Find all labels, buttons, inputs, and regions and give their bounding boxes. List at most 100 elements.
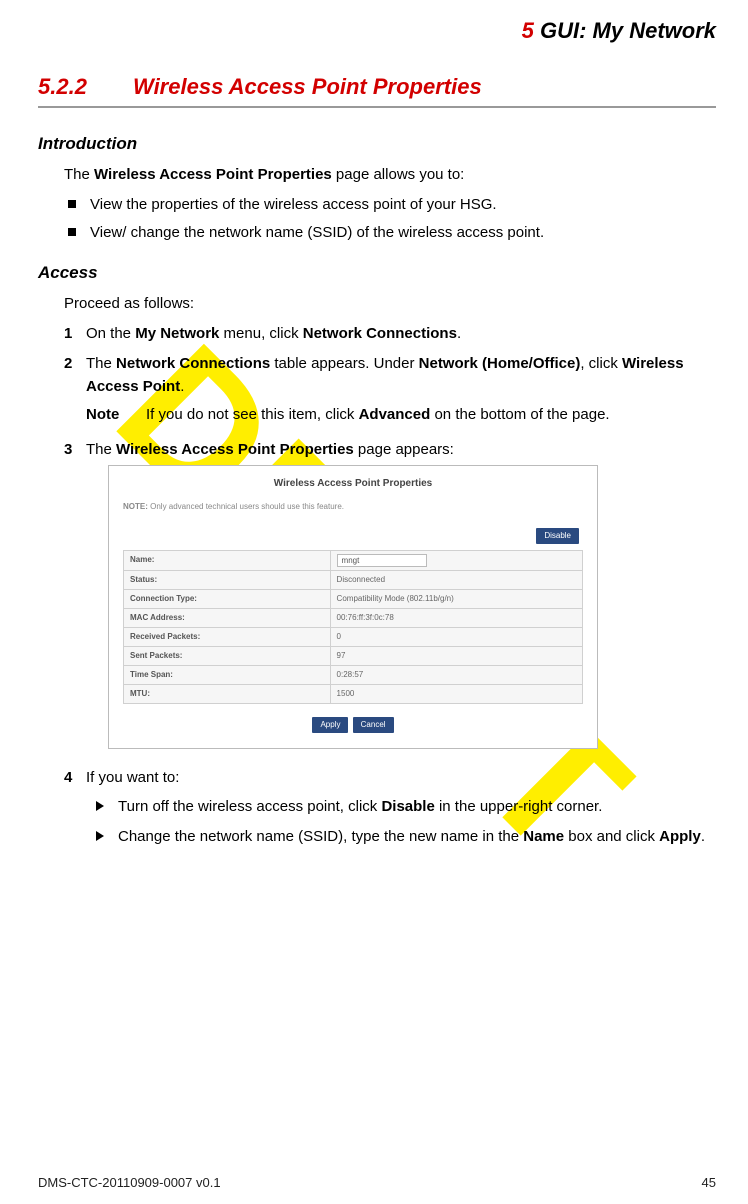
table-row: Name: xyxy=(124,550,583,570)
text-bold: Network Connections xyxy=(303,325,457,342)
square-bullet-icon xyxy=(68,228,76,236)
section-heading: 5.2.2 Wireless Access Point Properties xyxy=(38,74,716,108)
cell-label: Connection Type: xyxy=(124,589,331,608)
page-footer: DMS-CTC-20110909-0007 v0.1 45 xyxy=(38,1175,716,1190)
panel-title: Wireless Access Point Properties xyxy=(123,476,583,491)
table-row: Connection Type: Compatibility Mode (802… xyxy=(124,589,583,608)
text-bold: Wireless Access Point Properties xyxy=(116,441,354,458)
cell-value: 00:76:ff:3f:0c:78 xyxy=(330,608,582,627)
step-2: 2 The Network Connections table appears.… xyxy=(64,353,716,431)
text-bold: My Network xyxy=(135,325,219,342)
step-number: 4 xyxy=(64,767,86,790)
disable-button[interactable]: Disable xyxy=(536,528,579,544)
intro-lead: The Wireless Access Point Properties pag… xyxy=(64,164,716,186)
text: The xyxy=(86,355,116,372)
chapter-title: GUI: My Network xyxy=(540,18,716,43)
doc-id: DMS-CTC-20110909-0007 v0.1 xyxy=(38,1175,221,1190)
section-title: Wireless Access Point Properties xyxy=(133,74,482,100)
sub-text: Turn off the wireless access point, clic… xyxy=(118,796,602,819)
text: Only advanced technical users should use… xyxy=(148,502,344,511)
intro-heading: Introduction xyxy=(38,134,716,154)
table-row: Sent Packets: 97 xyxy=(124,646,583,665)
note-text: If you do not see this item, click Advan… xyxy=(146,404,610,427)
text: box and click xyxy=(564,828,659,845)
list-item: Change the network name (SSID), type the… xyxy=(96,826,716,849)
properties-table: Name: Status: Disconnected Connection T xyxy=(123,550,583,704)
table-row: Status: Disconnected xyxy=(124,570,583,589)
text: table appears. Under xyxy=(270,355,418,372)
step-body: The Wireless Access Point Properties pag… xyxy=(86,439,716,760)
list-item: View the properties of the wireless acce… xyxy=(68,194,716,217)
text: . xyxy=(180,378,184,395)
text-bold: Advanced xyxy=(359,406,431,423)
table-row: MAC Address: 00:76:ff:3f:0c:78 xyxy=(124,608,583,627)
text: . xyxy=(457,325,461,342)
cell-value: 0 xyxy=(330,627,582,646)
page-number: 45 xyxy=(702,1175,716,1190)
step-1: 1 On the My Network menu, click Network … xyxy=(64,323,716,346)
step-number: 2 xyxy=(64,353,86,376)
cell-label: Status: xyxy=(124,570,331,589)
text: menu, click xyxy=(219,325,302,342)
step-body: On the My Network menu, click Network Co… xyxy=(86,323,716,346)
table-row: Received Packets: 0 xyxy=(124,627,583,646)
text-bold: Apply xyxy=(659,828,701,845)
cell-value: Disconnected xyxy=(330,570,582,589)
text: The xyxy=(64,166,94,183)
cell-value: 1500 xyxy=(330,684,582,703)
text: page appears: xyxy=(354,441,454,458)
bullet-text: View the properties of the wireless acce… xyxy=(90,194,497,217)
button-row: Apply Cancel xyxy=(123,712,583,735)
cell-value: 0:28:57 xyxy=(330,665,582,684)
cell-label: MAC Address: xyxy=(124,608,331,627)
chapter-number: 5 xyxy=(522,18,534,43)
cancel-button[interactable]: Cancel xyxy=(353,717,394,733)
step-body: If you want to: Turn off the wireless ac… xyxy=(86,767,716,857)
name-input[interactable] xyxy=(337,554,427,567)
cell-value: Compatibility Mode (802.11b/g/n) xyxy=(330,589,582,608)
step4-lead: If you want to: xyxy=(86,769,179,786)
intro-block: The Wireless Access Point Properties pag… xyxy=(64,164,716,245)
text-bold: Network (Home/Office) xyxy=(419,355,581,372)
section-number: 5.2.2 xyxy=(38,74,133,100)
cell-label: Sent Packets: xyxy=(124,646,331,665)
cell-label: MTU: xyxy=(124,684,331,703)
text: page allows you to: xyxy=(332,166,465,183)
cell-value xyxy=(330,550,582,570)
triangle-bullet-icon xyxy=(96,801,110,811)
text-bold: Network Connections xyxy=(116,355,270,372)
list-item: View/ change the network name (SSID) of … xyxy=(68,222,716,245)
text: Change the network name (SSID), type the… xyxy=(118,828,523,845)
text: , click xyxy=(580,355,622,372)
text: The xyxy=(86,441,116,458)
access-lead: Proceed as follows: xyxy=(64,293,716,315)
note-row: Note If you do not see this item, click … xyxy=(86,404,716,427)
text-bold: Name xyxy=(523,828,564,845)
access-steps: 1 On the My Network menu, click Network … xyxy=(64,323,716,857)
text: on the bottom of the page. xyxy=(430,406,609,423)
cell-label: Time Span: xyxy=(124,665,331,684)
cell-label: Received Packets: xyxy=(124,627,331,646)
access-heading: Access xyxy=(38,263,716,283)
panel-note: NOTE: Only advanced technical users shou… xyxy=(123,501,583,513)
page-content: 5 GUI: My Network 5.2.2 Wireless Access … xyxy=(0,0,748,857)
note-label: Note xyxy=(86,404,146,427)
list-item: Turn off the wireless access point, clic… xyxy=(96,796,716,819)
step-3: 3 The Wireless Access Point Properties p… xyxy=(64,439,716,760)
step4-sublist: Turn off the wireless access point, clic… xyxy=(96,796,716,849)
text: If you do not see this item, click xyxy=(146,406,359,423)
step-body: The Network Connections table appears. U… xyxy=(86,353,716,431)
table-row: MTU: 1500 xyxy=(124,684,583,703)
text-bold: Disable xyxy=(381,798,434,815)
apply-button[interactable]: Apply xyxy=(312,717,348,733)
triangle-bullet-icon xyxy=(96,831,110,841)
step-4: 4 If you want to: Turn off the wireless … xyxy=(64,767,716,857)
text: On the xyxy=(86,325,135,342)
chapter-header: 5 GUI: My Network xyxy=(38,18,716,44)
cell-value: 97 xyxy=(330,646,582,665)
step-number: 1 xyxy=(64,323,86,346)
intro-bullets: View the properties of the wireless acce… xyxy=(68,194,716,245)
text-bold: NOTE: xyxy=(123,502,148,511)
table-row: Time Span: 0:28:57 xyxy=(124,665,583,684)
cell-label: Name: xyxy=(124,550,331,570)
